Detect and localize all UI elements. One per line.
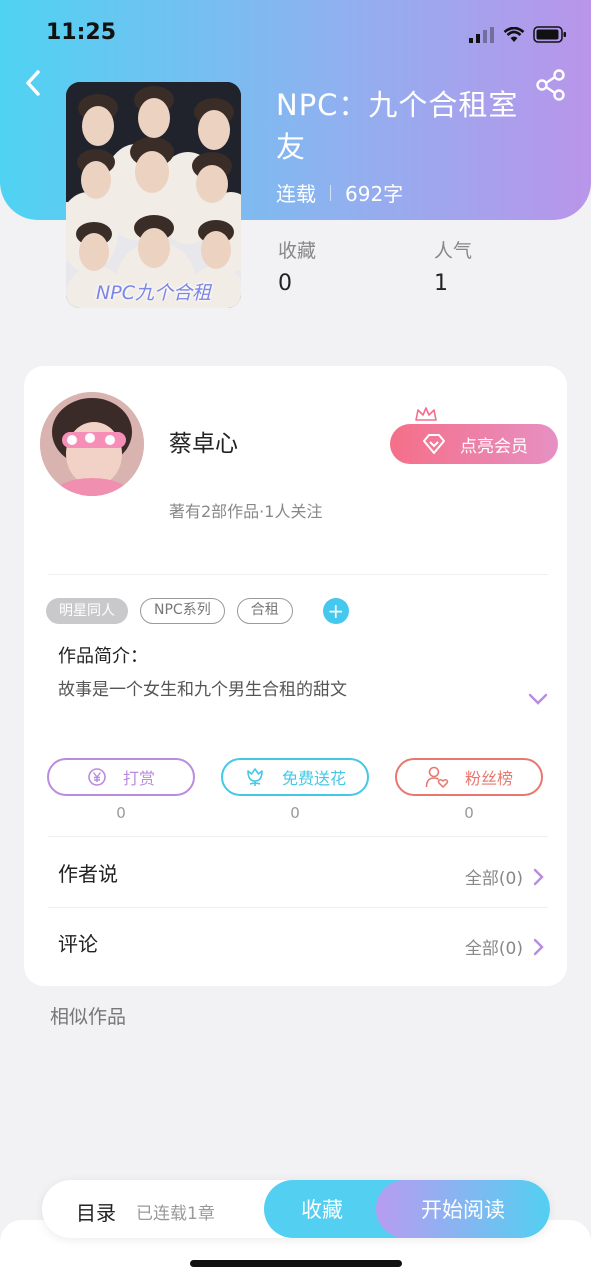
reward-label: 打赏	[122, 769, 155, 788]
stat-label: 收藏	[278, 240, 317, 262]
vip-label: 点亮会员	[460, 436, 528, 457]
author-avatar[interactable]	[40, 392, 144, 496]
fan-list-label: 粉丝榜	[464, 769, 513, 788]
favorite-label: 收藏	[301, 1198, 343, 1222]
share-button[interactable]	[534, 68, 568, 102]
chevron-down-icon[interactable]	[527, 692, 549, 706]
add-tag-button[interactable]: +	[322, 598, 349, 624]
book-title: NPC：九个合租室友	[276, 88, 519, 164]
tag-list: 明星同人 NPC系列 合租 +	[46, 598, 349, 624]
tag-item[interactable]: 合租	[236, 598, 293, 624]
author-name[interactable]: 蔡卓心	[169, 424, 238, 458]
flower-count: 0	[290, 804, 300, 822]
detail-card: 蔡卓心 点亮会员 著有2部作品·1人关注 明星同人 NPC系列 合租 + 作品简…	[24, 366, 567, 986]
word-count: 692字	[345, 182, 404, 206]
cover-image	[66, 82, 241, 308]
send-flower-button[interactable]: 免费送花	[221, 758, 369, 796]
stat-label: 人气	[434, 240, 473, 262]
avatar-image	[40, 392, 144, 496]
reward-button[interactable]: 打赏	[47, 758, 195, 796]
diamond-icon	[423, 434, 445, 454]
fan-count: 0	[464, 804, 474, 822]
author-meta: 著有2部作品·1人关注	[169, 502, 323, 521]
comments-label: 评论	[58, 932, 98, 956]
status-time: 11:25	[46, 20, 117, 45]
author-says-count: 全部(0)	[464, 869, 523, 889]
comments-count: 全部(0)	[464, 939, 523, 959]
stat-popularity: 人气 1	[434, 236, 472, 296]
similar-works-heading: 相似作品	[50, 1006, 127, 1028]
fan-user-icon	[425, 766, 449, 788]
chevron-right-icon	[533, 938, 544, 955]
comments-all-link[interactable]: 全部(0)	[465, 934, 545, 959]
tag-item[interactable]: 明星同人	[46, 598, 128, 624]
book-meta: 连载 692字	[276, 178, 403, 207]
divider	[48, 907, 548, 908]
intro-text: 故事是一个女生和九个男生合租的甜文	[58, 680, 347, 700]
crown-icon	[415, 407, 437, 421]
chevron-left-icon	[26, 70, 40, 96]
stat-favorites: 收藏 0	[278, 236, 316, 296]
status-icons	[469, 26, 567, 43]
home-indicator	[190, 1260, 402, 1267]
back-button[interactable]	[18, 64, 52, 102]
share-icon	[536, 69, 565, 101]
toc-button[interactable]: 目录	[76, 1197, 116, 1226]
start-reading-label: 开始阅读	[421, 1198, 505, 1222]
cover-caption: NPC九个合租	[96, 282, 211, 304]
yen-coin-icon	[88, 768, 106, 786]
chevron-right-icon	[533, 868, 544, 885]
reward-count: 0	[116, 804, 126, 822]
chapter-count: 已连载1章	[136, 1204, 215, 1224]
fan-list-button[interactable]: 粉丝榜	[395, 758, 543, 796]
start-reading-button[interactable]: 开始阅读	[376, 1180, 550, 1238]
vip-button[interactable]: 点亮会员	[390, 424, 558, 464]
intro-label: 作品简介：	[58, 646, 148, 667]
send-flower-label: 免费送花	[281, 769, 346, 788]
divider	[48, 574, 548, 575]
author-says-label: 作者说	[58, 862, 118, 886]
signal-icon	[469, 27, 494, 43]
tag-item[interactable]: NPC系列	[140, 598, 225, 624]
book-cover[interactable]: NPC九个合租	[66, 82, 241, 308]
flower-icon	[247, 768, 263, 786]
wifi-icon	[503, 27, 525, 42]
author-says-all-link[interactable]: 全部(0)	[465, 864, 545, 889]
battery-icon	[533, 26, 566, 43]
meta-divider	[330, 184, 331, 201]
book-status: 连载	[276, 182, 316, 206]
divider	[48, 836, 548, 837]
bottom-action-bar: 目录 已连载1章 收藏 开始阅读	[42, 1180, 550, 1238]
stat-value: 1	[434, 271, 448, 296]
stat-value: 0	[278, 271, 292, 296]
